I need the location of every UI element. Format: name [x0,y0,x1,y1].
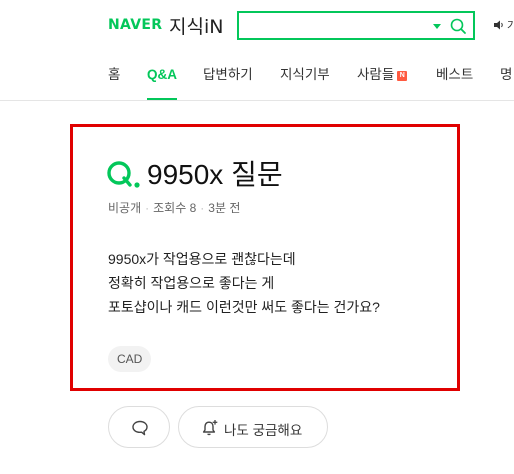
question-title: 9950x 질문 [147,159,283,190]
tab-answer[interactable]: 답변하기 [203,56,253,100]
view-count: 조회수 8 [153,201,197,215]
tab-truncated[interactable]: 명 [500,56,512,100]
tag-chip[interactable]: CAD [108,346,152,372]
q-mark-icon [107,161,140,188]
question-meta: 비공개 · 조회수 8 · 3분 전 [108,199,240,216]
body-line: 정확히 작업용으로 좋다는 게 [108,275,275,291]
tab-best[interactable]: 베스트 [436,56,473,100]
tab-people[interactable]: 사람들 N [357,56,408,100]
text-size-label[interactable]: 가 [507,17,514,33]
speech-bubble-icon [132,420,148,436]
tab-qna[interactable]: Q&A [147,56,177,100]
comment-button[interactable] [108,406,170,448]
body-line: 포토샵이나 캐드 이런것만 써도 좋다는 건가요? [108,299,380,315]
tab-donate[interactable]: 지식기부 [280,56,330,100]
naver-logo[interactable]: NAVER [108,17,162,33]
search-icon[interactable] [449,17,467,35]
tab-home[interactable]: 홈 [108,56,120,100]
chevron-down-icon[interactable] [433,24,441,29]
curious-label: 나도 궁금해요 [224,423,303,438]
bell-plus-icon [202,420,218,436]
main-nav: 홈 Q&A 답변하기 지식기부 사람들 N 베스트 명 [0,56,514,101]
separator-dot: · [200,201,205,215]
search-input[interactable] [237,11,475,40]
curious-button[interactable]: 나도 궁금해요 [178,406,328,448]
header: NAVER 지식iN 가 [0,0,514,56]
tab-people-label: 사람들 [357,67,395,82]
kin-logo[interactable]: 지식iN [169,12,223,39]
new-badge: N [397,71,408,81]
privacy-label: 비공개 [108,201,142,215]
question-body: 9950x가 작업용으로 괜찮다는데 정확히 작업용으로 좋다는 게 포토샵이나… [108,247,380,319]
post-time: 3분 전 [208,201,241,215]
body-line: 9950x가 작업용으로 괜찮다는데 [108,251,296,267]
separator-dot: · [145,201,150,215]
speaker-icon[interactable] [493,19,505,31]
